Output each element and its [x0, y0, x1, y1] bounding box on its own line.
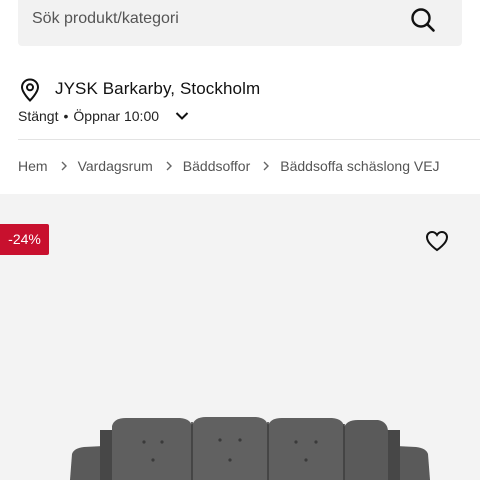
chevron-down-icon[interactable] [175, 111, 189, 121]
store-hours[interactable]: Stängt • Öppnar 10:00 [18, 108, 189, 124]
search-input[interactable]: Sök produkt/kategori [32, 10, 179, 28]
breadcrumb-item-hem[interactable]: Hem [18, 158, 48, 174]
chevron-right-icon [61, 161, 67, 171]
heart-icon[interactable] [425, 230, 449, 252]
separator-dot: • [63, 108, 69, 124]
store-name[interactable]: JYSK Barkarby, Stockholm [55, 79, 260, 99]
product-image-area[interactable]: -24% [0, 194, 480, 480]
store-status-label: Stängt [18, 108, 59, 124]
breadcrumb-item-vardagsrum[interactable]: Vardagsrum [78, 158, 153, 174]
store-opening-time: Öppnar 10:00 [73, 108, 160, 124]
location-pin-icon [20, 78, 40, 102]
discount-badge: -24% [0, 224, 49, 255]
chevron-right-icon [166, 161, 172, 171]
search-bar[interactable]: Sök produkt/kategori [18, 0, 462, 46]
breadcrumb-item-current: Bäddsoffa schäslong VEJ [280, 158, 440, 174]
store-selector[interactable]: JYSK Barkarby, Stockholm Stängt • Öppnar 1… [18, 76, 462, 132]
chevron-right-icon [263, 161, 270, 171]
breadcrumb: Hem Vardagsrum Bäddsoffor Bäddsoffa schä… [18, 158, 440, 174]
search-icon[interactable] [410, 7, 436, 33]
sofa-product-image [70, 417, 430, 480]
divider [18, 139, 480, 140]
breadcrumb-item-baddsoffor[interactable]: Bäddsoffor [183, 158, 250, 174]
